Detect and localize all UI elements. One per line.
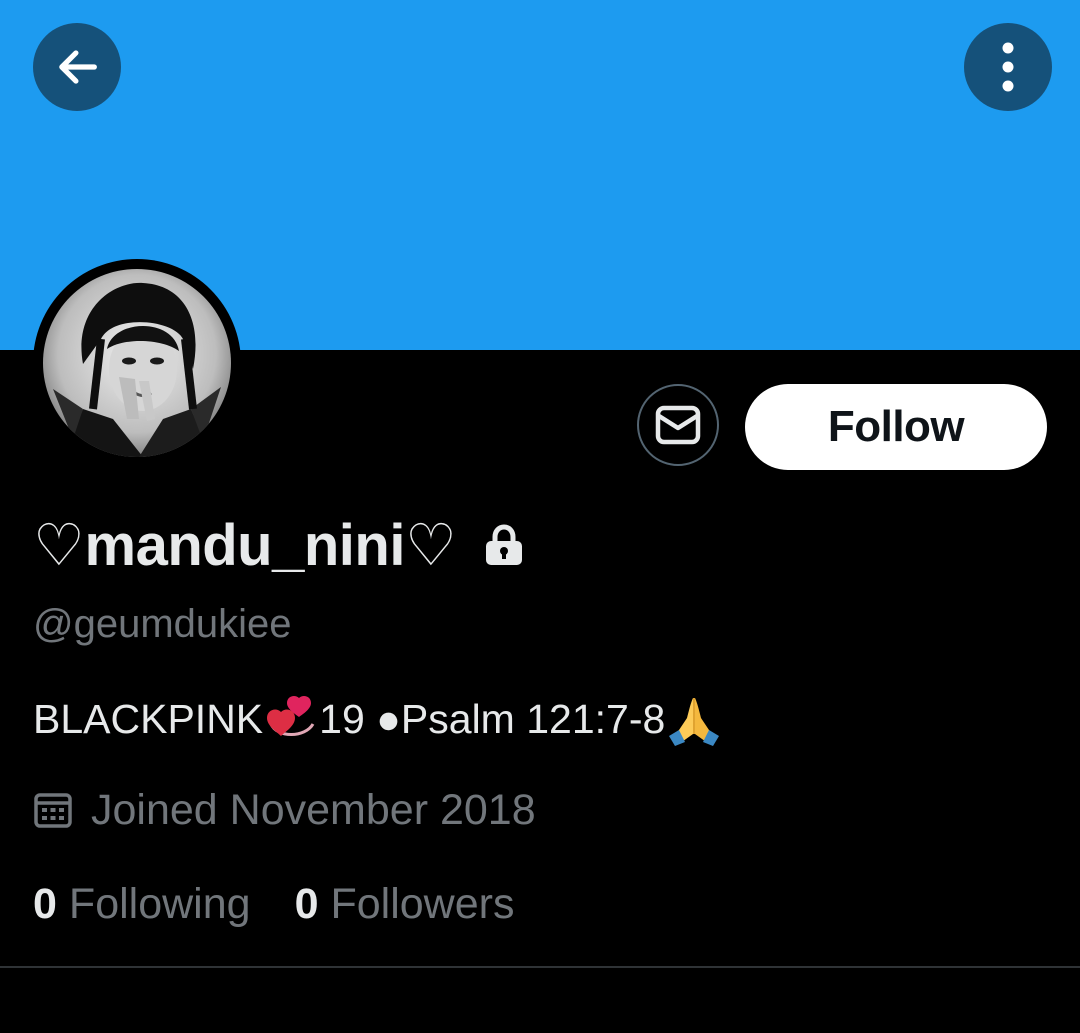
follow-button[interactable]: Follow — [745, 384, 1047, 470]
back-button[interactable] — [33, 23, 121, 111]
followers-label: Followers — [330, 879, 515, 928]
section-divider — [0, 966, 1080, 968]
message-button[interactable] — [637, 384, 719, 466]
followers-count: 0 — [294, 879, 319, 928]
bio: BLACKPINK 19 ●Psalm 121:7-8 — [33, 692, 723, 746]
revolving-hearts-icon — [267, 695, 315, 736]
folded-hands-icon — [669, 698, 720, 746]
more-vertical-icon — [1002, 42, 1014, 92]
bio-text-part2: 19 ●Psalm 121:7-8 — [319, 695, 666, 742]
bio-text-part1: BLACKPINK — [33, 695, 264, 742]
username-handle: @geumdukiee — [33, 602, 292, 646]
follow-stats: 0 Following 0 Followers — [33, 878, 514, 930]
following-label: Following — [68, 879, 251, 928]
following-count: 0 — [33, 879, 57, 928]
more-options-button[interactable] — [964, 23, 1052, 111]
followers-link[interactable]: 0 Followers — [295, 880, 515, 929]
lock-icon — [482, 523, 526, 567]
display-name: ♡mandu_nini♡ — [33, 513, 457, 578]
arrow-left-icon — [59, 50, 97, 84]
avatar[interactable] — [33, 259, 241, 467]
joined-date-row: Joined November 2018 — [33, 784, 536, 836]
following-link[interactable]: 0 Following — [33, 880, 251, 929]
avatar-image — [43, 269, 231, 457]
joined-date: Joined November 2018 — [91, 785, 536, 834]
display-name-row: ♡mandu_nini♡ — [33, 510, 526, 580]
envelope-icon — [655, 405, 701, 445]
calendar-icon — [34, 793, 72, 828]
